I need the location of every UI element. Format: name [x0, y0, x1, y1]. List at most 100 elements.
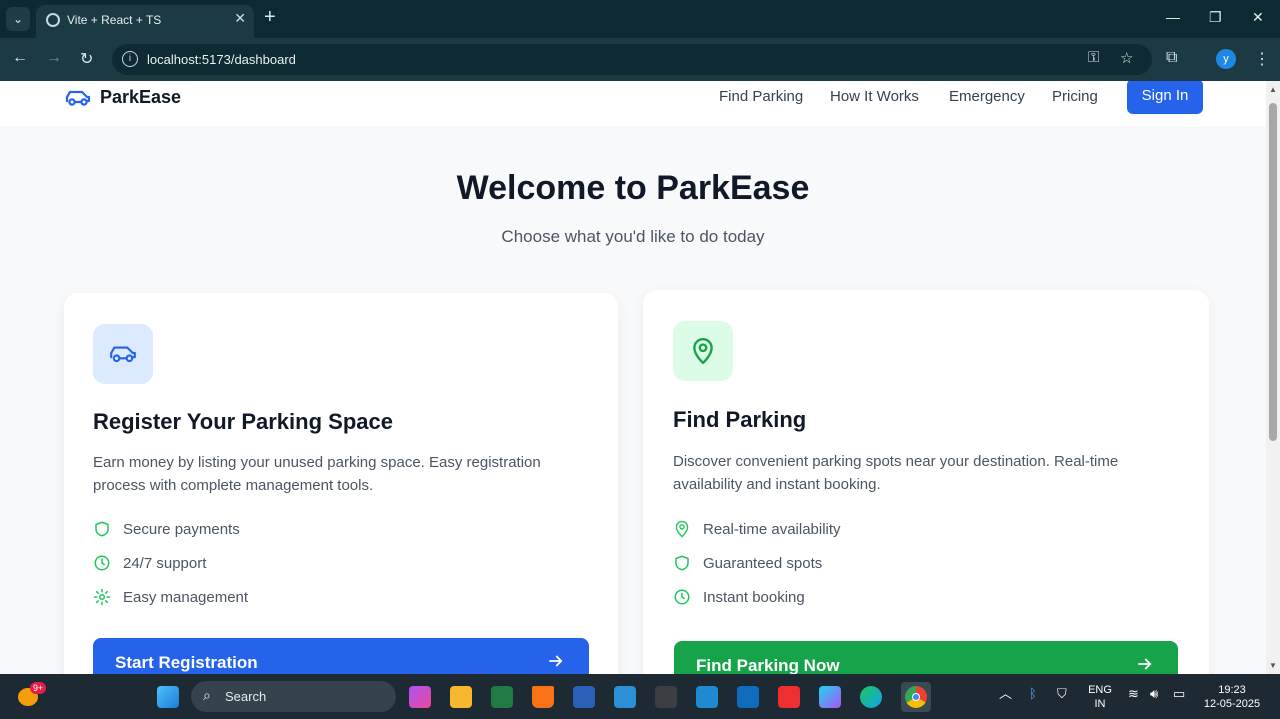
card-description: Discover convenient parking spots near y…	[673, 450, 1118, 496]
feature-label: 24/7 support	[123, 554, 207, 572]
shield-icon	[675, 555, 689, 571]
word-icon[interactable]	[573, 686, 595, 708]
card-description: Earn money by listing your unused parkin…	[93, 451, 541, 497]
search-icon: ⌕	[203, 687, 211, 703]
nav-pricing[interactable]: Pricing	[1052, 88, 1098, 105]
globe-icon	[46, 13, 60, 27]
new-tab-button[interactable]: +	[264, 6, 276, 29]
bookmark-star-icon[interactable]: ☆	[1120, 49, 1133, 67]
windows-taskbar: 9+ ⌕ Search ︿ ᛒ ⛉ ENG IN ≋ 🔊︎ ▭ 19:23 12…	[0, 674, 1280, 719]
browser-tab[interactable]: Vite + React + TS ✕	[36, 5, 254, 38]
page-title: Welcome to ParkEase	[456, 169, 810, 207]
outlook-icon[interactable]	[737, 686, 759, 708]
sign-in-button[interactable]: Sign In	[1127, 81, 1203, 114]
bluetooth-icon[interactable]: ᛒ	[1029, 687, 1037, 701]
clock-icon	[94, 555, 110, 571]
vscode-icon[interactable]	[696, 686, 718, 708]
language-indicator[interactable]: ENG IN	[1087, 683, 1113, 711]
nav-find-parking[interactable]: Find Parking	[719, 88, 803, 105]
arrow-right-icon	[549, 655, 563, 667]
feature-item: Real-time availability	[673, 520, 841, 538]
m365-icon[interactable]	[819, 686, 841, 708]
close-window-button[interactable]: ✕	[1252, 9, 1264, 26]
wifi-icon[interactable]: ≋	[1128, 687, 1139, 701]
card-title: Register Your Parking Space	[93, 409, 393, 434]
tray-overflow-icon[interactable]: ︿	[999, 687, 1012, 701]
key-icon[interactable]: ⚿	[1088, 49, 1099, 66]
page-scrollbar[interactable]: ▲ ▼	[1266, 81, 1280, 674]
feature-label: Easy management	[123, 588, 249, 606]
volume-icon[interactable]: 🔊︎	[1150, 687, 1158, 701]
windows-start-icon[interactable]	[157, 686, 179, 708]
clock[interactable]: 19:23 12-05-2025	[1200, 683, 1264, 711]
scroll-down-arrow-icon[interactable]: ▼	[1269, 661, 1277, 670]
forward-icon[interactable]: →	[46, 49, 62, 67]
back-icon[interactable]: ←	[12, 49, 28, 67]
find-parking-now-button[interactable]: Find Parking Now	[674, 641, 1178, 674]
time-text: 19:23	[1218, 684, 1246, 696]
tab-search-button[interactable]: ⌄	[6, 7, 30, 31]
battery-icon[interactable]: ▭	[1173, 687, 1185, 701]
gear-icon	[93, 588, 111, 606]
feature-label: Real-time availability	[703, 520, 841, 538]
register-space-card: Register Your Parking Space Earn money b…	[64, 293, 618, 674]
clock-icon	[674, 589, 690, 605]
region-code: IN	[1094, 698, 1106, 710]
profile-avatar[interactable]: y	[1216, 49, 1236, 69]
security-icon[interactable]: ⛉	[1057, 687, 1067, 701]
search-label: Search	[225, 689, 267, 704]
feature-item: Easy management	[93, 588, 248, 606]
card-title: Find Parking	[673, 407, 807, 432]
button-label: Start Registration	[115, 653, 258, 672]
date-text: 12-05-2025	[1203, 698, 1261, 710]
taskbar-search[interactable]: ⌕ Search	[191, 681, 396, 712]
feature-item: Secure payments	[93, 520, 240, 538]
minimize-button[interactable]: —	[1166, 9, 1180, 25]
vlc-icon[interactable]	[532, 686, 554, 708]
card-description-line: availability and instant booking.	[673, 476, 881, 493]
reload-icon[interactable]: ↻	[80, 49, 93, 69]
menu-kebab-icon[interactable]: ⋮	[1254, 49, 1270, 69]
map-pin-icon	[675, 520, 689, 538]
feature-label: Instant booking	[703, 588, 805, 606]
chrome-icon[interactable]	[901, 682, 931, 712]
copilot-icon[interactable]	[409, 686, 431, 708]
find-parking-card: Find Parking Discover convenient parking…	[643, 290, 1209, 674]
extensions-icon[interactable]: ⧉	[1166, 49, 1177, 67]
card-description-line: process with complete management tools.	[93, 477, 374, 494]
card-description-line: Discover convenient parking spots near y…	[673, 453, 1119, 470]
start-registration-button[interactable]: Start Registration	[93, 638, 589, 674]
feature-label: Guaranteed spots	[703, 554, 823, 572]
button-label: Find Parking Now	[696, 656, 840, 674]
nav-emergency[interactable]: Emergency	[949, 88, 1025, 105]
url-text[interactable]: localhost:5173/dashboard	[147, 52, 296, 67]
feature-label: Secure payments	[123, 520, 240, 538]
browser-tab-bar: ⌄ Vite + React + TS ✕ + — ❐ ✕	[0, 0, 1280, 38]
shield-icon	[95, 521, 109, 537]
car-icon	[93, 324, 153, 384]
card-description-line: Earn money by listing your unused parkin…	[93, 454, 541, 471]
map-pin-icon	[673, 321, 733, 381]
scrollbar-thumb[interactable]	[1269, 103, 1277, 441]
maximize-button[interactable]: ❐	[1209, 9, 1222, 26]
address-bar[interactable]: i localhost:5173/dashboard ⚿ ☆	[112, 44, 1152, 75]
page-viewport: ParkEase Find Parking How It Works Emerg…	[0, 81, 1266, 674]
youtube-icon[interactable]	[778, 686, 800, 708]
close-tab-icon[interactable]: ✕	[234, 10, 246, 27]
terminal-icon[interactable]	[655, 686, 677, 708]
edge-icon[interactable]	[860, 686, 882, 708]
logo[interactable]: ParkEase	[64, 87, 181, 108]
file-explorer-icon[interactable]	[450, 686, 472, 708]
nav-how-it-works[interactable]: How It Works	[830, 88, 919, 105]
feature-item: Instant booking	[673, 588, 805, 606]
car-logo-icon	[65, 90, 91, 106]
feature-item: 24/7 support	[93, 554, 206, 572]
weather-widget-icon[interactable]: 9+	[18, 682, 47, 708]
page-subtitle: Choose what you'd like to do today	[501, 227, 765, 246]
scroll-up-arrow-icon[interactable]: ▲	[1269, 85, 1277, 94]
app-icon[interactable]	[614, 686, 636, 708]
language-code: ENG	[1088, 684, 1112, 696]
feature-item: Guaranteed spots	[673, 554, 822, 572]
excel-icon[interactable]	[491, 686, 513, 708]
site-info-icon[interactable]: i	[122, 51, 138, 67]
